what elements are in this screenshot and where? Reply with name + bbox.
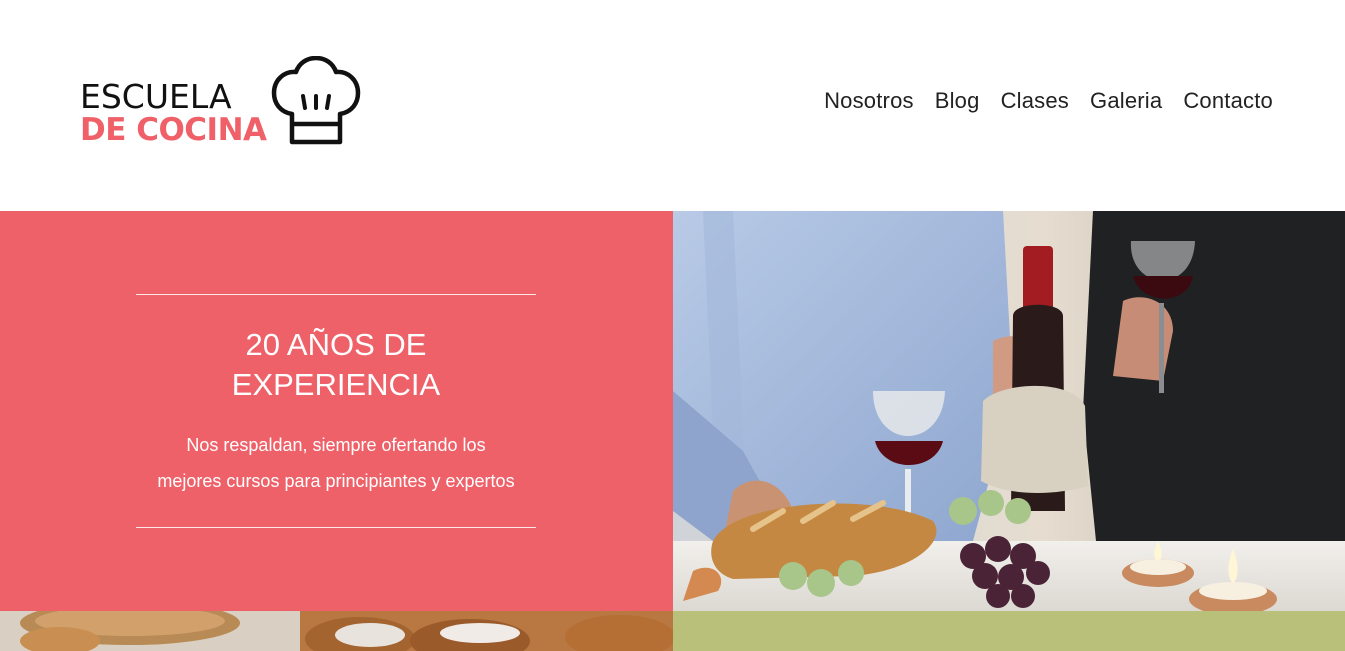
photo-illustration <box>673 211 1345 611</box>
bread-photo-strip <box>0 611 673 651</box>
experience-panel: 20 AÑOS DE EXPERIENCIA Nos respaldan, si… <box>0 211 673 611</box>
nav-item-blog[interactable]: Blog <box>935 88 980 114</box>
hero-title-line1: 20 AÑOS DE <box>245 327 427 362</box>
site-header: ESCUELA DE COCINA Nosotros Blog Clases G… <box>0 0 1345 211</box>
logo-line-de-cocina: DE COCINA <box>80 112 267 148</box>
hero-subtitle: Nos respaldan, siempre ofertando los mej… <box>120 427 552 499</box>
logo-line-escuela: ESCUELA <box>80 77 232 116</box>
hero-title: 20 AÑOS DE EXPERIENCIA <box>136 325 536 405</box>
logo-text: ESCUELA DE COCINA <box>80 77 267 148</box>
brand-logo[interactable]: ESCUELA DE COCINA <box>80 56 365 152</box>
chef-hat-icon <box>271 56 361 145</box>
divider-top <box>136 294 536 295</box>
nav-item-nosotros[interactable]: Nosotros <box>824 88 914 114</box>
green-panel <box>673 611 1345 651</box>
hero-subtitle-line1: Nos respaldan, siempre ofertando los <box>186 435 486 455</box>
nav-item-contacto[interactable]: Contacto <box>1183 88 1273 114</box>
bread-illustration <box>0 611 673 651</box>
wine-dinner-photo <box>673 211 1345 611</box>
divider-bottom <box>136 527 536 528</box>
hero-title-line2: EXPERIENCIA <box>231 367 441 402</box>
main-nav: Nosotros Blog Clases Galeria Contacto <box>803 88 1273 114</box>
nav-item-galeria[interactable]: Galeria <box>1090 88 1162 114</box>
hero-subtitle-line2: mejores cursos para principiantes y expe… <box>157 471 515 491</box>
nav-item-clases[interactable]: Clases <box>1001 88 1069 114</box>
